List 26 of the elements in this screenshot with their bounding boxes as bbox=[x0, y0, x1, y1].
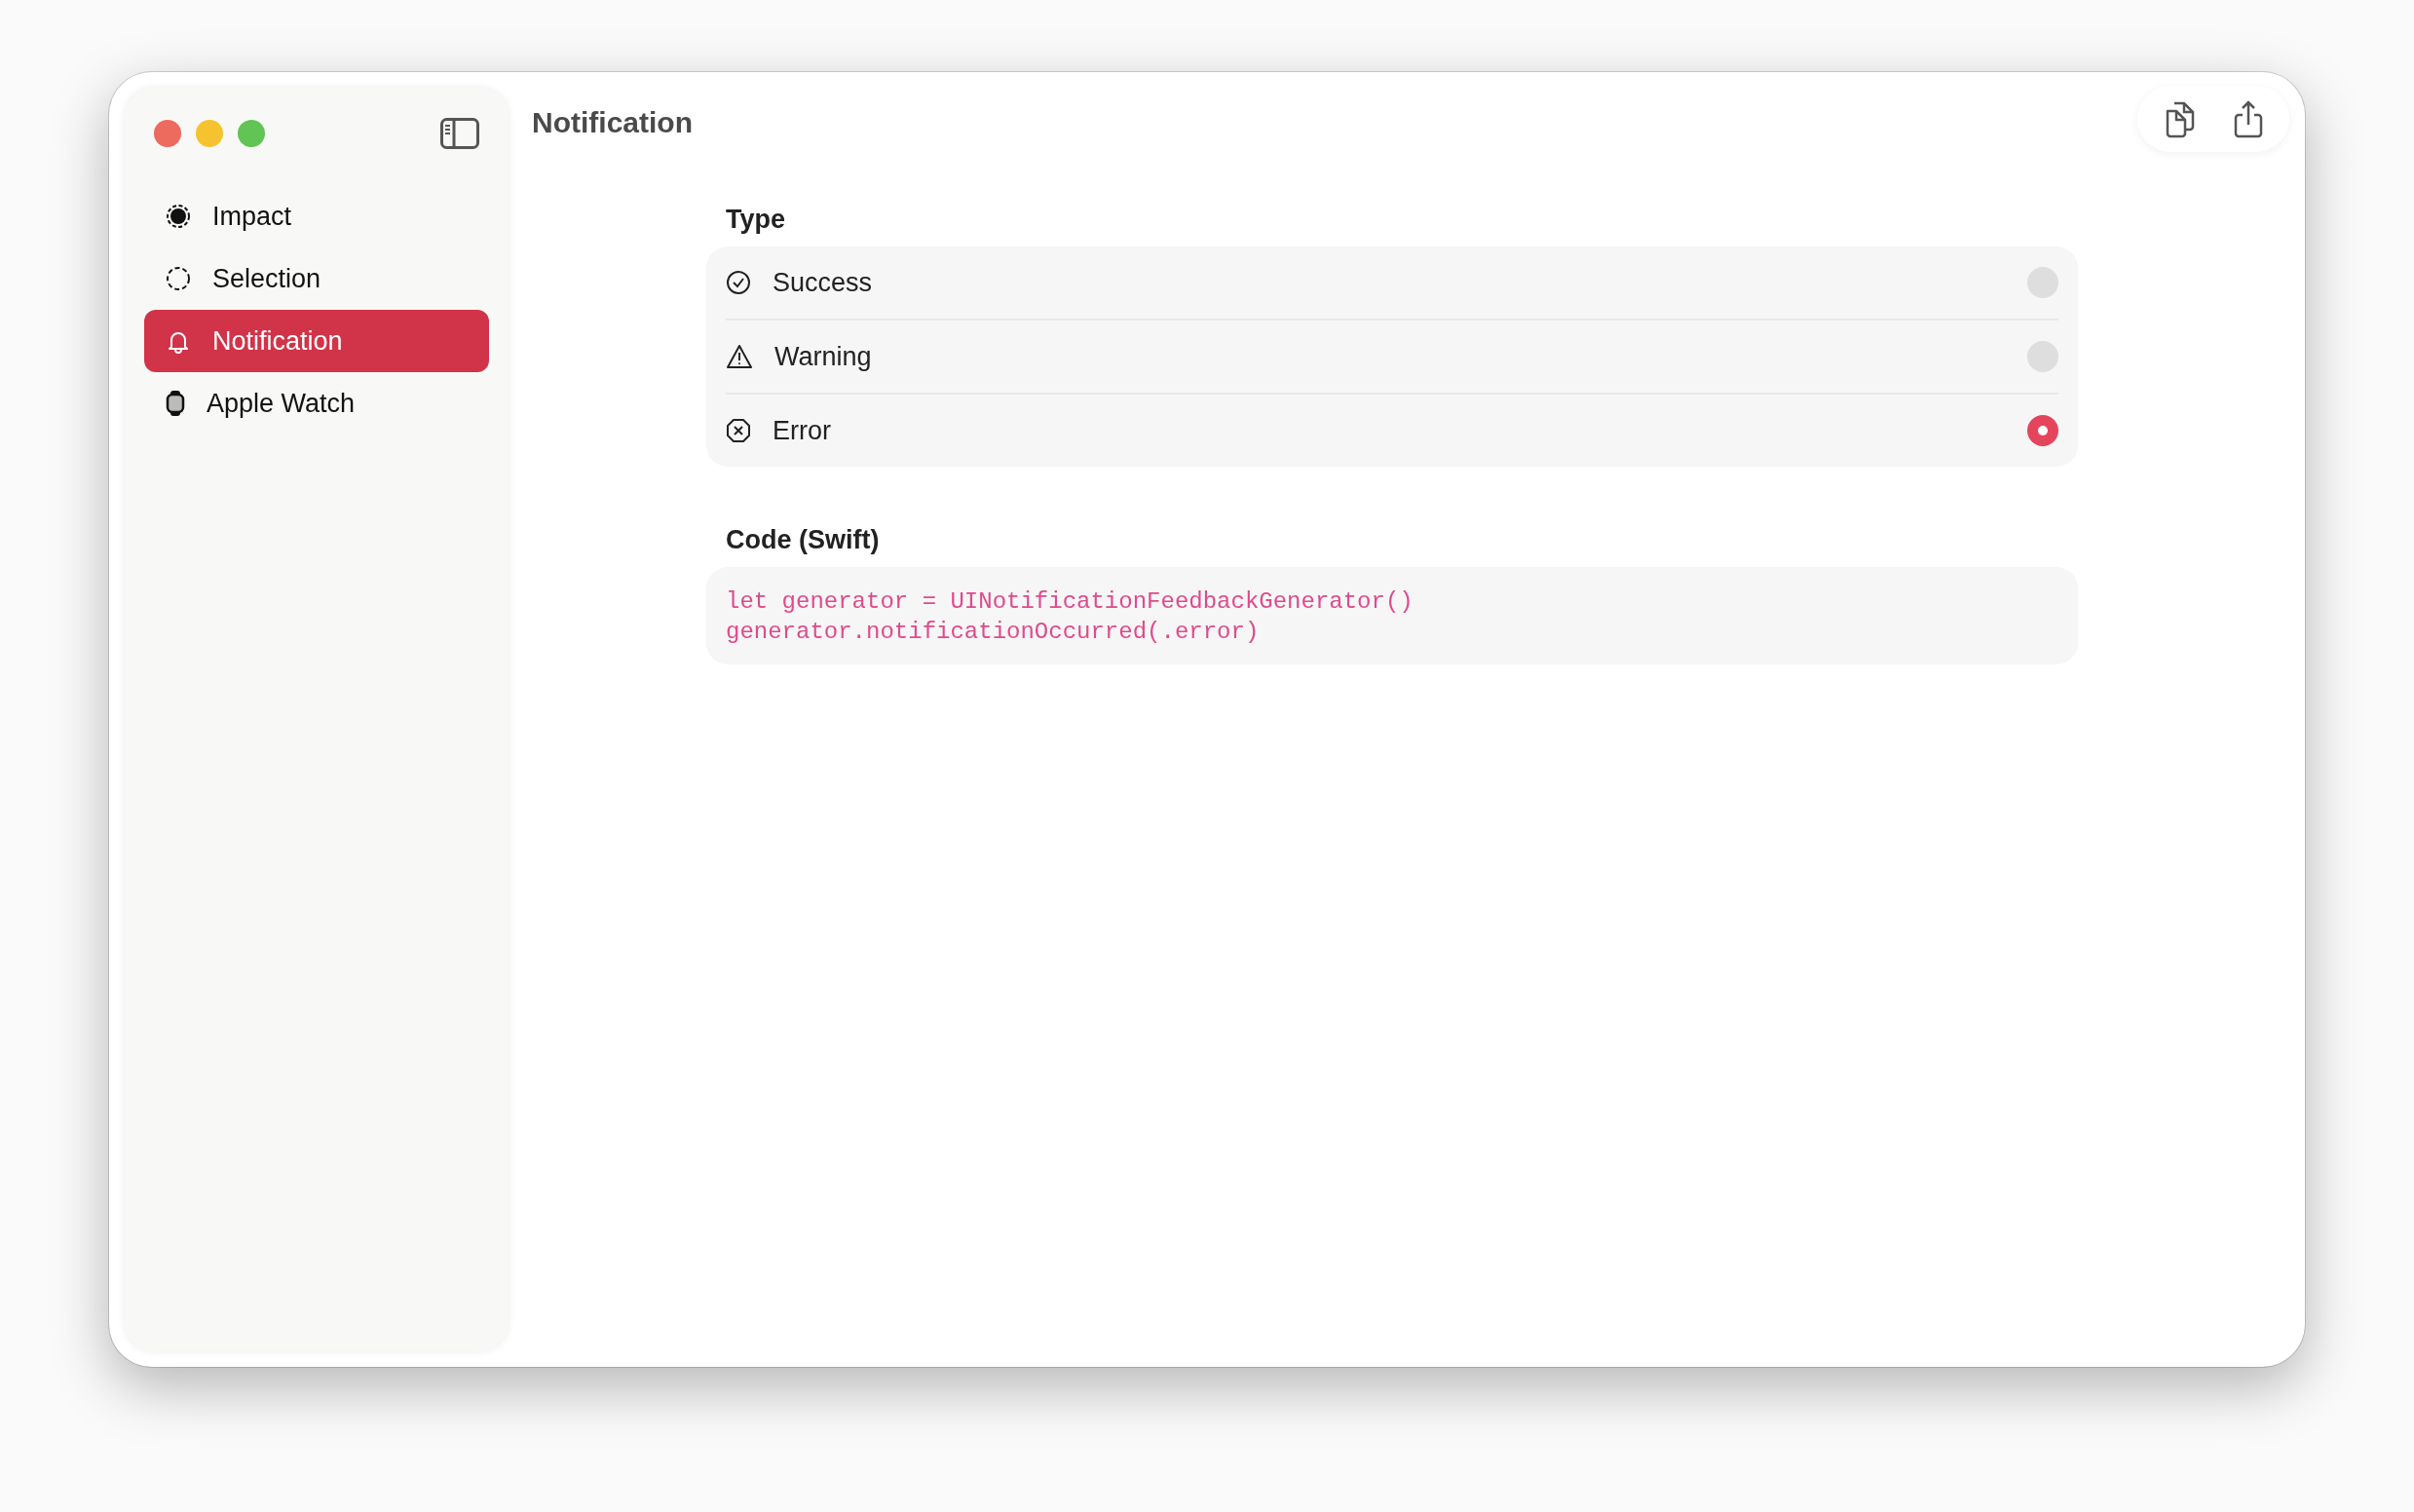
share-icon[interactable] bbox=[2233, 99, 2264, 138]
minimize-button[interactable] bbox=[196, 120, 223, 147]
sidebar-toggle-icon[interactable] bbox=[440, 118, 479, 149]
warning-triangle-icon bbox=[726, 344, 753, 369]
watch-icon bbox=[166, 390, 185, 417]
section-heading: Type bbox=[726, 205, 786, 235]
sidebar-item[interactable]: Apple Watch bbox=[144, 372, 489, 435]
zoom-button[interactable] bbox=[238, 120, 265, 147]
close-button[interactable] bbox=[154, 120, 181, 147]
radio-button[interactable] bbox=[2027, 415, 2058, 446]
sidebar-item[interactable]: Selection bbox=[144, 247, 489, 310]
x-octagon-icon bbox=[726, 418, 751, 443]
sidebar-item[interactable]: Impact bbox=[144, 185, 489, 247]
option-label: Success bbox=[773, 267, 874, 298]
radio-button[interactable] bbox=[2027, 341, 2058, 372]
option-label: Warning bbox=[774, 341, 873, 372]
filled-circle-icon bbox=[166, 204, 191, 229]
code-line: let generator = UINotificationFeedbackGenerator() bbox=[726, 587, 1414, 617]
dashed-circle-icon bbox=[166, 266, 191, 291]
radio-button[interactable] bbox=[2027, 267, 2058, 298]
sidebar-item[interactable]: Notification bbox=[144, 310, 489, 372]
option-label: Error bbox=[773, 415, 832, 446]
window-title: Notification bbox=[532, 106, 694, 139]
section-heading: Code (Swift) bbox=[726, 525, 881, 555]
code-line: generator.notificationOccurred(.error) bbox=[726, 618, 1261, 647]
checkmark-circle-icon bbox=[726, 270, 751, 295]
